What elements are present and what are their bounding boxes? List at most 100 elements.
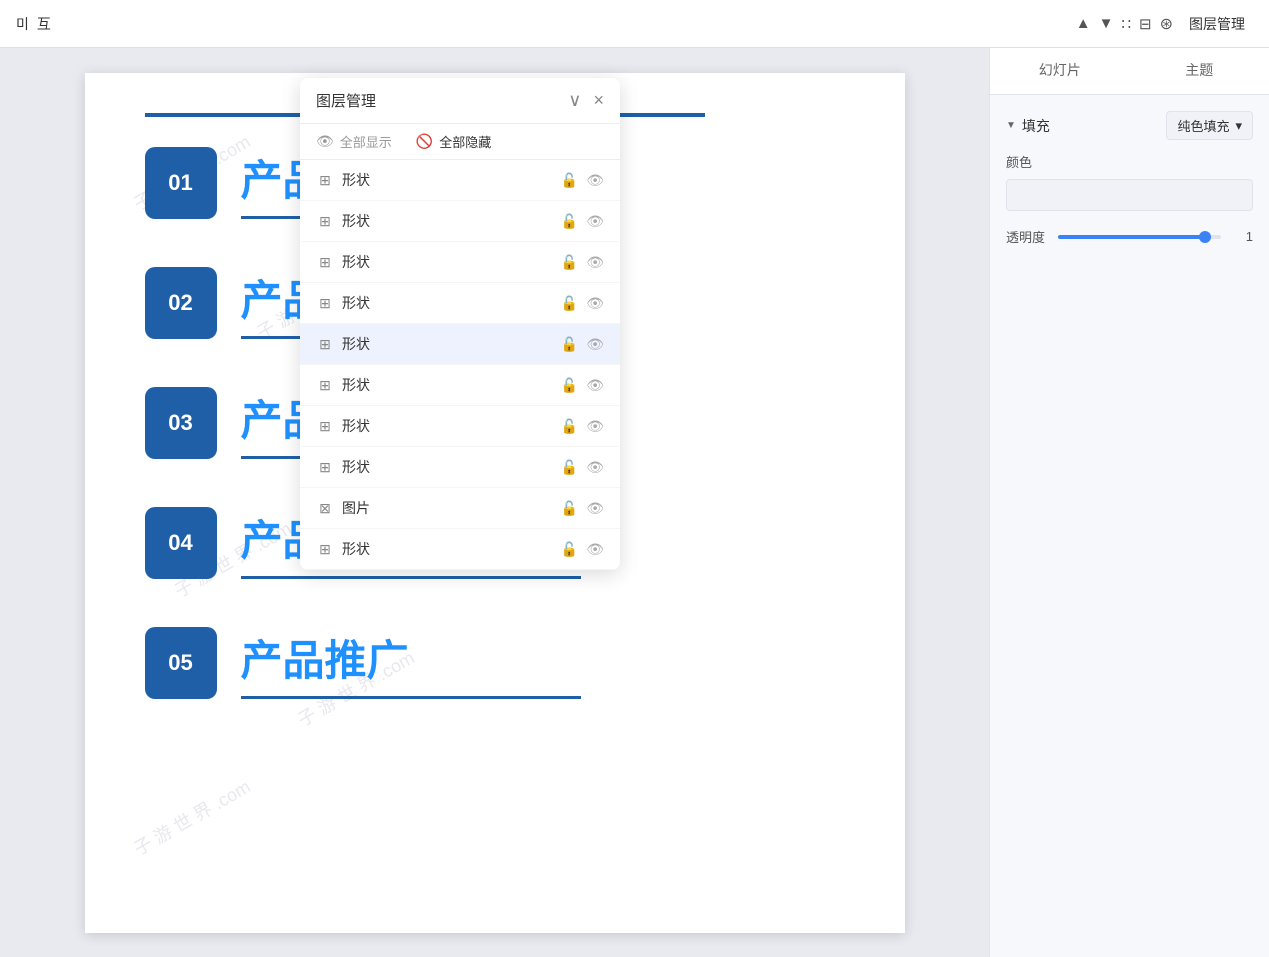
toolbar-icon-grid[interactable]: ∷ [1121, 15, 1131, 33]
layer-item-icon-3: ⊞ [316, 254, 334, 271]
layer-item-label-3: 形状 [342, 252, 553, 272]
menu-underline-4 [241, 576, 581, 579]
layer-panel-collapse-icon[interactable]: ∨ [568, 90, 581, 111]
toolbar-icon-minus[interactable]: ⊟ [1139, 15, 1152, 33]
visibility-icon-4[interactable]: 👁 [586, 295, 604, 312]
toolbar-label-mi: 미 [16, 14, 29, 34]
visibility-icon-7[interactable]: 👁 [586, 418, 604, 435]
toolbar: 미 互 ▲ ▼ ∷ ⊟ ⊛ 图层管理 [0, 0, 1269, 48]
layer-item-actions-6: 🔓 👁 [561, 377, 604, 394]
layer-item-9[interactable]: ⊠ 图片 🔓 👁 [300, 488, 620, 529]
layer-item-7[interactable]: ⊞ 形状 🔓 👁 [300, 406, 620, 447]
layer-item-2[interactable]: ⊞ 形状 🔓 👁 [300, 201, 620, 242]
layer-item-10[interactable]: ⊞ 形状 🔓 👁 [300, 529, 620, 570]
menu-num-box-1: 01 [145, 147, 217, 219]
layer-item-actions-5: 🔓 👁 [561, 336, 604, 353]
lock-icon-2[interactable]: 🔓 [561, 213, 578, 230]
color-label: 颜色 [1006, 152, 1253, 171]
layer-item-actions-8: 🔓 👁 [561, 459, 604, 476]
menu-num-box-5: 05 [145, 627, 217, 699]
right-panel-tabs: 幻灯片 主题 [990, 48, 1269, 95]
hide-all-button[interactable]: 🚫 全部隐藏 [416, 132, 491, 151]
layer-item-actions-7: 🔓 👁 [561, 418, 604, 435]
fill-type-select[interactable]: 纯色填充 ▾ [1166, 111, 1253, 140]
menu-text-block-5: 产品推广 [241, 627, 581, 699]
menu-underline-5 [241, 696, 581, 699]
layer-item-label-5: 形状 [342, 334, 553, 354]
canvas-area: 子 游 世 界 .com 子 游 世 界 .com 子 游 世 界 .com 子… [0, 48, 989, 957]
layer-item-icon-5: ⊞ [316, 336, 334, 353]
layer-item-actions-3: 🔓 👁 [561, 254, 604, 271]
layer-item-label-6: 形状 [342, 375, 553, 395]
visibility-icon-9[interactable]: 👁 [586, 500, 604, 517]
layer-item-label-7: 形状 [342, 416, 553, 436]
toolbar-icons: ▲ ▼ ∷ ⊟ ⊛ 图层管理 [1076, 10, 1253, 38]
layer-item-5[interactable]: ⊞ 形状 🔓 👁 [300, 324, 620, 365]
visibility-icon-1[interactable]: 👁 [586, 172, 604, 189]
toolbar-icon-down[interactable]: ▼ [1099, 15, 1114, 32]
layer-item-icon-9: ⊠ [316, 500, 334, 517]
layer-panel-close-icon[interactable]: × [593, 90, 604, 111]
layer-item-1[interactable]: ⊞ 形状 🔓 👁 [300, 160, 620, 201]
layer-item-icon-7: ⊞ [316, 418, 334, 435]
toolbar-label-hu: 互 [37, 14, 51, 34]
lock-icon-1[interactable]: 🔓 [561, 172, 578, 189]
menu-num-box-4: 04 [145, 507, 217, 579]
layer-item-icon-2: ⊞ [316, 213, 334, 230]
layer-panel-title: 图层管理 [316, 90, 376, 111]
layer-item-8[interactable]: ⊞ 形状 🔓 👁 [300, 447, 620, 488]
menu-num-box-3: 03 [145, 387, 217, 459]
lock-icon-4[interactable]: 🔓 [561, 295, 578, 312]
visibility-icon-5[interactable]: 👁 [586, 336, 604, 353]
layer-panel-header: 图层管理 ∨ × [300, 78, 620, 124]
layer-item-label-8: 形状 [342, 457, 553, 477]
layer-item-label-2: 形状 [342, 211, 553, 231]
layer-panel-toolbar: 👁 全部显示 🚫 全部隐藏 [300, 124, 620, 160]
toolbar-icon-up[interactable]: ▲ [1076, 15, 1091, 32]
lock-icon-3[interactable]: 🔓 [561, 254, 578, 271]
right-panel-body: ▼ 填充 纯色填充 ▾ 颜色 透明度 1 [990, 95, 1269, 957]
layer-item-label-9: 图片 [342, 498, 553, 518]
right-panel: 幻灯片 主题 ▼ 填充 纯色填充 ▾ 颜色 透明度 1 [989, 48, 1269, 957]
layer-item-3[interactable]: ⊞ 形状 🔓 👁 [300, 242, 620, 283]
layer-item-actions-2: 🔓 👁 [561, 213, 604, 230]
eye-icon: 👁 [316, 133, 334, 150]
layer-item-actions-4: 🔓 👁 [561, 295, 604, 312]
layer-manager-button[interactable]: 图层管理 [1181, 10, 1253, 38]
layer-item-4[interactable]: ⊞ 形状 🔓 👁 [300, 283, 620, 324]
opacity-slider[interactable] [1058, 235, 1221, 239]
opacity-slider-thumb [1199, 231, 1211, 243]
color-swatch[interactable] [1006, 179, 1253, 211]
layer-item-label-10: 形状 [342, 539, 553, 559]
opacity-row: 透明度 1 [1006, 227, 1253, 246]
layer-item-icon-10: ⊞ [316, 541, 334, 558]
visibility-icon-10[interactable]: 👁 [586, 541, 604, 558]
opacity-label: 透明度 [1006, 227, 1046, 246]
fill-arrow-icon: ▼ [1006, 120, 1016, 131]
lock-icon-9[interactable]: 🔓 [561, 500, 578, 517]
visibility-icon-8[interactable]: 👁 [586, 459, 604, 476]
layer-item-actions-9: 🔓 👁 [561, 500, 604, 517]
layer-item-label-1: 形状 [342, 170, 553, 190]
show-all-button[interactable]: 👁 全部显示 [316, 132, 392, 151]
lock-icon-10[interactable]: 🔓 [561, 541, 578, 558]
opacity-value: 1 [1233, 229, 1253, 244]
visibility-icon-6[interactable]: 👁 [586, 377, 604, 394]
visibility-icon-3[interactable]: 👁 [586, 254, 604, 271]
tab-slide[interactable]: 幻灯片 [990, 48, 1130, 94]
lock-icon-8[interactable]: 🔓 [561, 459, 578, 476]
layer-item-icon-4: ⊞ [316, 295, 334, 312]
layer-item-6[interactable]: ⊞ 形状 🔓 👁 [300, 365, 620, 406]
hide-eye-icon: 🚫 [416, 133, 433, 150]
layer-item-icon-1: ⊞ [316, 172, 334, 189]
tab-theme[interactable]: 主题 [1130, 48, 1269, 94]
lock-icon-7[interactable]: 🔓 [561, 418, 578, 435]
lock-icon-5[interactable]: 🔓 [561, 336, 578, 353]
layer-item-icon-8: ⊞ [316, 459, 334, 476]
layer-panel-header-icons: ∨ × [568, 90, 604, 111]
menu-title-5: 产品推广 [241, 627, 581, 688]
main-area: 子 游 世 界 .com 子 游 世 界 .com 子 游 世 界 .com 子… [0, 48, 1269, 957]
visibility-icon-2[interactable]: 👁 [586, 213, 604, 230]
lock-icon-6[interactable]: 🔓 [561, 377, 578, 394]
toolbar-layer-icon: ⊛ [1160, 14, 1173, 34]
